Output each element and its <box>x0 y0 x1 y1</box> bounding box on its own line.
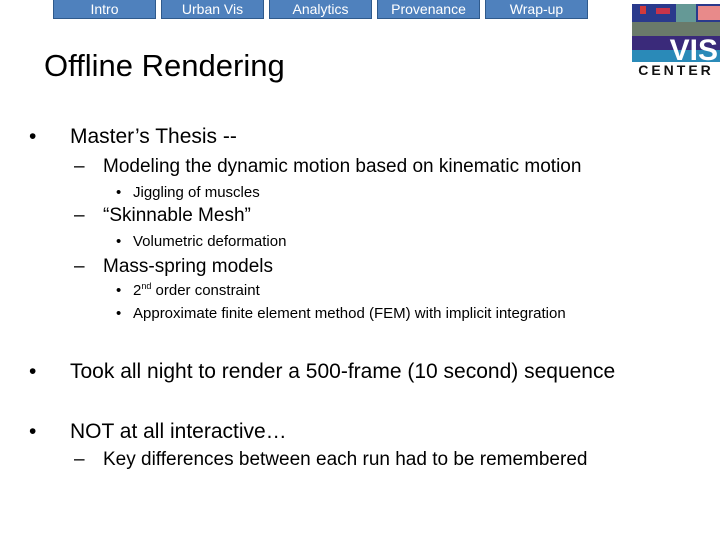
bullet-marker: • <box>116 282 122 299</box>
bullet-marker: • <box>116 305 122 322</box>
logo-accent-4 <box>698 6 720 20</box>
vis-center-logo: VIS CENTER <box>632 4 720 78</box>
logo-center-text: CENTER <box>638 62 714 76</box>
bullet-render-time: Took all night to render a 500-frame (10… <box>70 360 616 383</box>
sub-bullet-key-differences: Key differences between each run had to … <box>103 449 588 470</box>
tab-urban-vis[interactable]: Urban Vis <box>161 0 264 19</box>
bullet-marker: • <box>116 184 122 201</box>
sub-bullet-mass-spring: Mass-spring models <box>103 256 273 277</box>
dash-marker: – <box>74 205 85 226</box>
logo-graphic: VIS CENTER <box>632 4 720 78</box>
dash-marker: – <box>74 156 85 177</box>
logo-accent-2 <box>656 8 670 14</box>
bullet-marker: • <box>29 420 37 443</box>
sub-sub-bullet-volumetric: Volumetric deformation <box>133 233 287 250</box>
bullet-marker: • <box>29 360 37 383</box>
sub-sub-bullet-2nd-order: 2nd order constraint <box>133 281 260 300</box>
section-nav: Intro Urban Vis Analytics Provenance Wra… <box>53 0 588 20</box>
tab-provenance[interactable]: Provenance <box>377 0 480 19</box>
tab-intro[interactable]: Intro <box>53 0 156 19</box>
ordinal-suffix: nd <box>141 281 152 291</box>
sub-bullet-skinnable-mesh: “Skinnable Mesh” <box>103 205 251 226</box>
tab-analytics[interactable]: Analytics <box>269 0 372 19</box>
sub-sub-bullet-fem: Approximate finite element method (FEM) … <box>133 305 566 322</box>
constraint-text: order constraint <box>151 282 260 299</box>
sub-bullet-modeling: Modeling the dynamic motion based on kin… <box>103 156 582 177</box>
tab-wrap-up[interactable]: Wrap-up <box>485 0 588 19</box>
bullet-not-interactive: NOT at all interactive… <box>70 420 287 443</box>
dash-marker: – <box>74 256 85 277</box>
logo-accent-3 <box>676 4 696 22</box>
dash-marker: – <box>74 449 85 470</box>
bullet-marker: • <box>116 233 122 250</box>
logo-accent-1 <box>640 6 646 14</box>
slide-title: Offline Rendering <box>44 48 285 83</box>
sub-sub-bullet-jiggling: Jiggling of muscles <box>133 184 260 201</box>
bullet-marker: • <box>29 125 37 148</box>
bullet-masters-thesis: Master’s Thesis -- <box>70 125 237 148</box>
